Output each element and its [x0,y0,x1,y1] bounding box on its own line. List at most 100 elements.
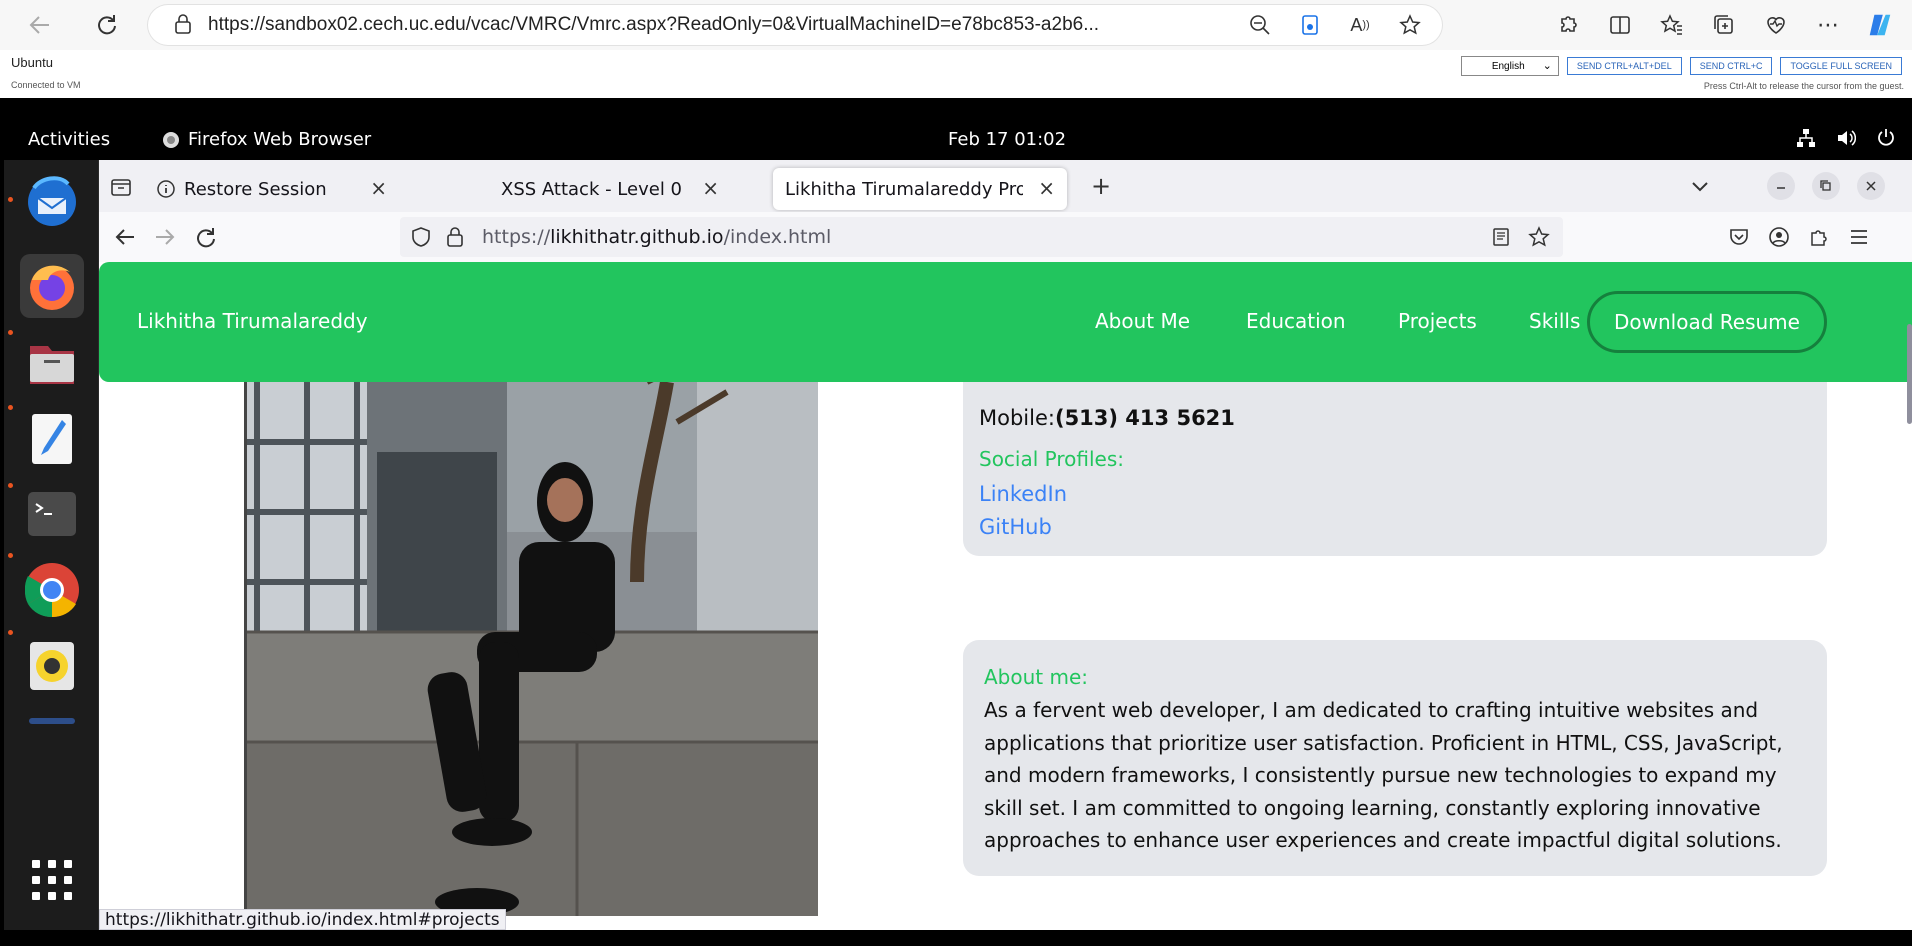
clock[interactable]: Feb 17 01:02 [948,129,1066,150]
toggle-full-screen-button[interactable]: TOGGLE FULL SCREEN [1780,57,1902,75]
mobile-label: Mobile: [979,406,1055,430]
firefox-small-icon [163,131,179,148]
shield-icon [412,227,430,247]
ubuntu-dock [4,160,98,930]
copilot-icon[interactable] [1866,11,1894,39]
network-icon[interactable] [1796,128,1816,153]
firefox-window: Restore Session × XSS Attack - Level 0 ×… [99,160,1912,930]
forward-arrow-icon[interactable] [151,223,179,251]
close-tab-icon[interactable]: × [370,176,387,200]
tab-restore-session[interactable]: Restore Session × [144,168,399,210]
firefox-launcher[interactable] [20,254,84,318]
ubuntu-desktop: Activities Firefox Web Browser Feb 17 01… [4,120,1912,930]
browser-essentials-icon[interactable] [1762,11,1790,39]
dock-overflow-item[interactable] [20,710,84,724]
mobile-row: Mobile:(513) 413 5621 [979,406,1235,430]
reload-icon[interactable] [191,223,219,251]
social-heading: Social Profiles: [979,447,1124,471]
close-tab-icon[interactable]: × [1038,176,1055,200]
running-indicator [8,197,13,202]
zoom-out-icon[interactable] [1246,11,1274,39]
reader-view-icon[interactable] [1487,223,1515,251]
close-window-icon[interactable] [1857,172,1885,200]
firefox-view-icon[interactable] [107,173,135,201]
padlock-icon [447,227,463,247]
show-apps-button[interactable] [20,848,84,912]
terminal-launcher[interactable] [20,482,84,546]
url-bar[interactable]: https://likhithatr.github.io/index.html [400,217,1563,257]
partial-app-icon [29,718,75,724]
split-screen-icon[interactable] [1606,11,1634,39]
tab-label: XSS Attack - Level 0 [501,178,682,200]
favorite-star-icon[interactable] [1396,11,1424,39]
nav-education[interactable]: Education [1246,309,1346,333]
nav-about-me[interactable]: About Me [1095,309,1190,333]
page-scrollbar[interactable] [1907,324,1912,424]
close-tab-icon[interactable]: × [702,176,719,200]
thunderbird-icon [28,176,76,226]
maximize-icon[interactable] [1812,172,1840,200]
running-indicator [8,483,13,488]
app-menu[interactable]: Firefox Web Browser [162,129,371,150]
back-button[interactable] [20,5,60,45]
language-select[interactable]: English ⌄ [1460,56,1559,76]
lock-icon [175,14,191,34]
text-editor-icon [32,414,72,464]
rhythmbox-launcher[interactable] [20,634,84,698]
screen: https://sandbox02.cech.uc.edu/vcac/VMRC/… [0,0,1912,946]
tracking-icon[interactable] [1296,11,1324,39]
rhythmbox-icon [30,642,74,690]
minimize-icon[interactable] [1767,172,1795,200]
favorites-icon[interactable] [1658,11,1686,39]
site-brand[interactable]: Likhitha Tirumalareddy [137,309,368,333]
terminal-icon [28,492,76,536]
vmrc-header: Ubuntu Connected to VM English ⌄ SEND CT… [0,50,1912,98]
hamburger-menu-icon[interactable] [1845,223,1873,251]
extensions-icon[interactable] [1554,11,1582,39]
linkedin-link[interactable]: LinkedIn [979,482,1067,506]
nav-skills[interactable]: Skills [1529,309,1580,333]
power-icon[interactable] [1876,128,1896,153]
new-tab-icon[interactable]: + [1087,172,1115,200]
account-icon[interactable] [1765,223,1793,251]
cursor-release-hint: Press Ctrl-Alt to release the cursor fro… [1703,81,1904,91]
collections-icon[interactable] [1710,11,1738,39]
running-indicator [8,330,13,335]
list-all-tabs-icon[interactable] [1686,172,1714,200]
back-arrow-icon[interactable] [111,223,139,251]
language-value: English [1491,60,1525,72]
download-resume-button[interactable]: Download Resume [1587,291,1827,353]
tab-label: Likhitha Tirumalareddy Profe [785,178,1023,200]
gnome-top-bar: Activities Firefox Web Browser Feb 17 01… [4,120,1912,160]
send-ctrl-c-button[interactable]: SEND CTRL+C [1689,57,1773,75]
activities-button[interactable]: Activities [28,129,110,150]
tab-likhitha-profile[interactable]: Likhitha Tirumalareddy Profe × [773,168,1067,210]
send-ctrl-alt-del-button[interactable]: SEND CTRL+ALT+DEL [1566,57,1682,75]
url-domain: likhithatr.github.io [550,226,724,248]
url-path: /index.html [723,226,832,248]
about-card: About me: As a fervent web developer, I … [963,640,1827,876]
contact-card: Mobile:(513) 413 5621 Social Profiles: L… [963,382,1827,556]
github-link[interactable]: GitHub [979,515,1052,539]
about-text: As a fervent web developer, I am dedicat… [984,698,1783,852]
nav-projects[interactable]: Projects [1398,309,1477,333]
pocket-icon[interactable] [1725,223,1753,251]
vm-status: Connected to VM [11,80,81,90]
chrome-icon [24,563,79,618]
read-aloud-icon[interactable]: A)) [1346,11,1374,39]
bookmark-star-icon[interactable] [1525,223,1553,251]
address-bar[interactable]: https://sandbox02.cech.uc.edu/vcac/VMRC/… [148,5,1442,45]
files-launcher[interactable] [20,330,84,394]
profile-photo [244,382,818,916]
thunderbird-launcher[interactable] [20,168,84,232]
volume-icon[interactable] [1836,128,1857,153]
running-indicator [8,405,13,410]
more-menu-icon[interactable]: ⋯ [1814,11,1842,39]
refresh-button[interactable] [86,5,126,45]
about-heading: About me: [984,665,1089,689]
navigation-toolbar: https://likhithatr.github.io/index.html [99,212,1912,262]
mobile-value: (513) 413 5621 [1054,406,1235,430]
text-editor-launcher[interactable] [20,406,84,470]
chrome-launcher[interactable] [20,558,84,622]
extensions-puzzle-icon[interactable] [1805,223,1833,251]
